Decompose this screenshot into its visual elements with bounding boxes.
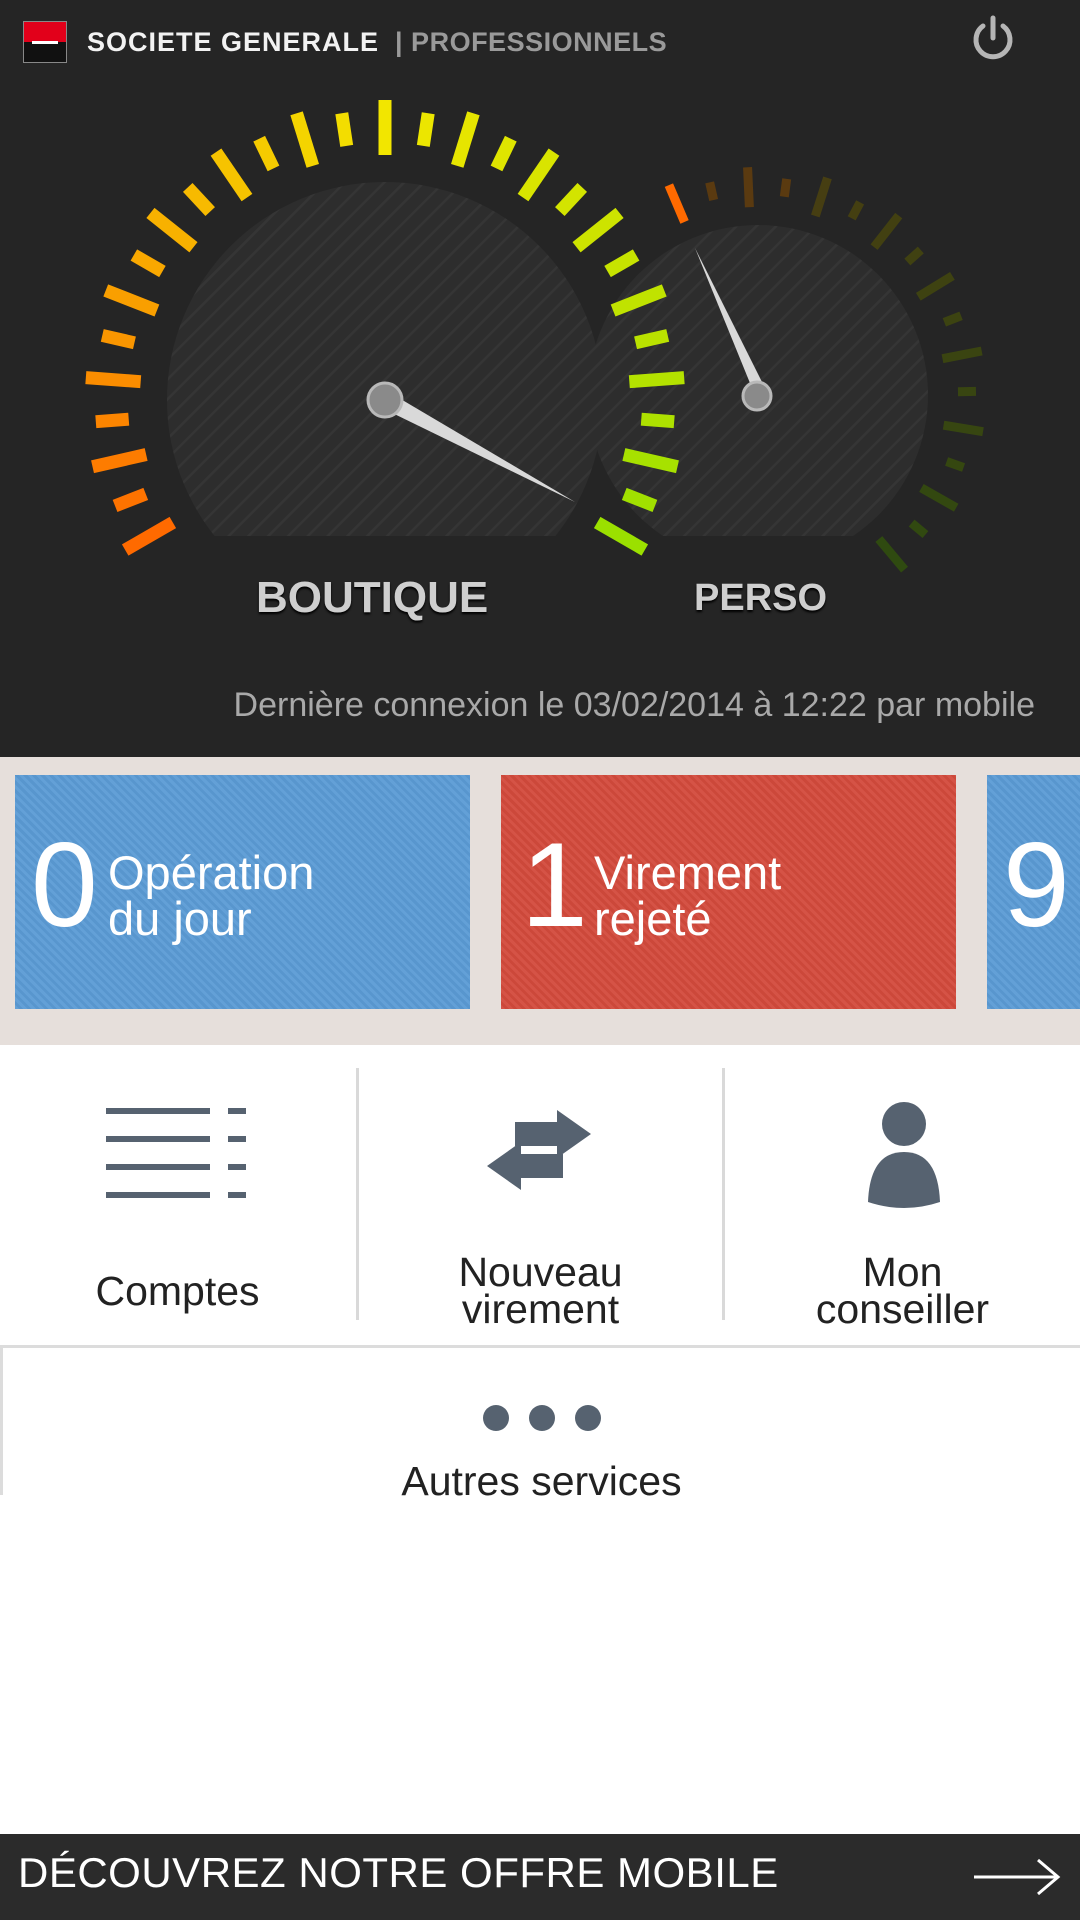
autres-services-label: Autres services (401, 1458, 682, 1504)
gauge-tick (875, 536, 909, 573)
power-icon[interactable] (966, 12, 1020, 66)
brand-name: SOCIETE GENERALE (87, 27, 380, 57)
summary-tiles: 0 Opération du jour 1 Virement rejeté 9 (0, 757, 1080, 1045)
gauge-tick (490, 135, 517, 172)
gauge-label-perso: PERSO (694, 577, 828, 619)
gauge-tick (908, 519, 929, 539)
last-connection-text: Dernière connexion le 03/02/2014 à 12:22… (233, 686, 1035, 724)
more-dots-icon (483, 1405, 603, 1433)
shortcut-mon-conseiller[interactable]: Mon conseiller (725, 1068, 1080, 1330)
tile-virement-rejete[interactable]: 1 Virement rejeté (501, 775, 956, 1009)
shortcut-label: Mon conseiller (815, 1249, 990, 1332)
gauge-tick (847, 200, 865, 221)
list-icon (106, 1108, 246, 1198)
person-icon (868, 1102, 940, 1208)
banner-text: DÉCOUVREZ NOTRE OFFRE MOBILE (18, 1849, 779, 1896)
gauge-tick (743, 167, 754, 208)
gauge-tick (95, 412, 130, 429)
shortcut-label: Comptes (95, 1268, 260, 1314)
gauge-label-boutique: BOUTIQUE (256, 573, 489, 622)
brand-suffix: | PROFESSIONNELS (395, 27, 668, 57)
gauge-tick (628, 371, 685, 389)
gauge-tick (604, 249, 640, 278)
gauge-tick (253, 135, 280, 172)
gauge-tick (811, 176, 832, 218)
gauge-tick (517, 148, 560, 202)
gauge-tick (91, 448, 148, 474)
gauge-tick (915, 272, 955, 301)
gauge-tick (942, 420, 984, 437)
gauge-tick (182, 182, 215, 217)
tile-count: 0 (31, 818, 98, 952)
gauge-tick (919, 484, 959, 512)
gauge-tick (942, 311, 963, 327)
gauge-tick (904, 246, 924, 266)
gauge-tick (555, 182, 588, 217)
gauge-tick (451, 111, 480, 168)
gauge-tick (705, 181, 719, 201)
gauge-tick (664, 183, 689, 224)
dashboard-header: SOCIETE GENERALE | PROFESSIONNELS BOUTIQ… (0, 0, 1080, 757)
gauge-tick (634, 329, 670, 350)
gauge-tick (593, 516, 649, 556)
tile-operations-du-jour[interactable]: 0 Opération du jour (15, 775, 470, 1009)
gauge-tick (335, 112, 354, 147)
tile-count: 1 (521, 818, 588, 952)
tile-label: Virement rejeté (594, 846, 782, 945)
shortcut-comptes[interactable]: Comptes (0, 1068, 355, 1320)
gauge-tick (779, 178, 792, 198)
gauge-tick (870, 212, 903, 250)
gauge-tick (290, 111, 319, 168)
gauge-tick (112, 487, 149, 512)
autres-services-button[interactable]: Autres services (0, 1345, 1080, 1504)
transfer-arrows-icon (487, 1110, 591, 1190)
gauge-tick (572, 207, 624, 253)
arrow-right-icon (974, 1858, 1061, 1896)
gauges-illustration (85, 100, 984, 573)
gauge-tick (416, 112, 435, 147)
gauge-tick (130, 249, 166, 278)
offre-mobile-banner[interactable]: DÉCOUVREZ NOTRE OFFRE MOBILE (0, 1834, 1080, 1920)
gauge-tick (103, 284, 160, 317)
gauge-tick (85, 371, 142, 389)
gauge-tick (121, 516, 177, 556)
gauge-tick (146, 207, 198, 253)
gauge-tick (640, 412, 675, 429)
tile-count: 9 (1003, 818, 1070, 952)
shortcut-nouveau-virement[interactable]: Nouveau virement (359, 1068, 722, 1330)
gauge-tick (941, 346, 983, 364)
gauge-tick (945, 457, 966, 472)
tile-partial[interactable]: 9 (987, 775, 1080, 1009)
tile-label: Opération du jour (108, 846, 315, 945)
shortcut-label: Nouveau virement (458, 1249, 623, 1332)
gauge-tick (210, 148, 253, 202)
societe-generale-logo (23, 21, 67, 63)
gauge-tick (100, 329, 136, 350)
